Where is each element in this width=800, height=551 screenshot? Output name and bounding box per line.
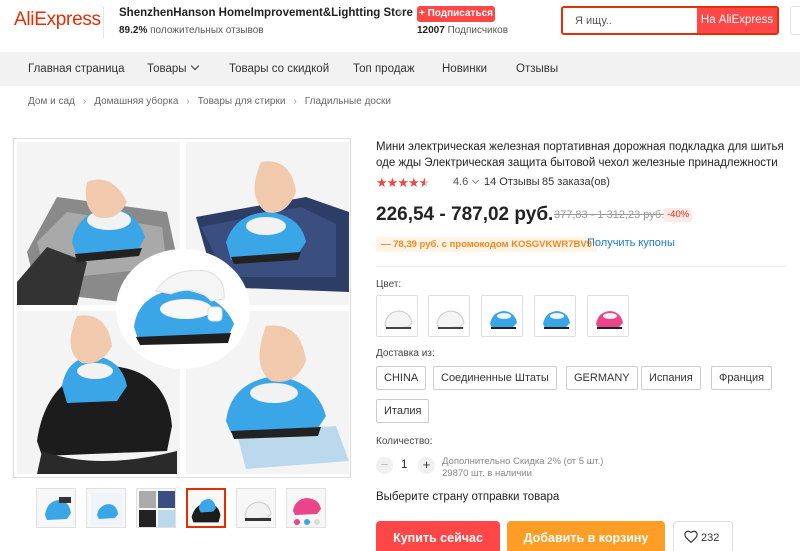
orders-count: 85 заказа(ов) — [542, 176, 610, 188]
search-button[interactable]: На AliExpress — [697, 8, 777, 33]
pink-iron-icon — [596, 311, 623, 329]
nav-item-sale[interactable]: Товары со скидкой — [229, 52, 329, 86]
search-box: На AliExpress — [561, 6, 779, 35]
nav-item-home[interactable]: Главная страница — [28, 52, 125, 86]
product-title: Мини электрическая железная портативная … — [376, 141, 784, 169]
center-iron-circle — [116, 249, 250, 369]
header-cart-edge[interactable] — [790, 6, 800, 35]
ship-from-spain[interactable]: Испания — [641, 366, 701, 390]
store-rating: 89.2% положительных отзывов — [119, 25, 264, 36]
thumbnail[interactable] — [286, 488, 326, 528]
promo-code-banner: — 78,39 руб. с промокодом KOSGVKWR7BV9 — [376, 237, 597, 252]
divider — [376, 266, 786, 267]
wishlist-button[interactable]: 232 — [673, 521, 733, 551]
buy-now-button[interactable]: Купить сейчас — [376, 521, 500, 551]
chevron-down-icon[interactable] — [471, 176, 480, 185]
rating-stars[interactable]: ★★★★★ — [376, 175, 431, 191]
store-rating-text: положительных отзывов — [150, 25, 264, 36]
reviews-link[interactable]: 14 Отзывы — [484, 176, 540, 188]
color-option-blue-1[interactable] — [481, 295, 523, 337]
iron-thumb-icon — [244, 501, 272, 521]
wishlist-count: 232 — [701, 532, 720, 544]
store-rating-value: 89.2% — [119, 25, 148, 36]
chevron-down-icon — [190, 61, 199, 71]
iron-thumb-icon — [191, 499, 221, 523]
thumbnail[interactable] — [136, 488, 176, 528]
nav-item-reviews[interactable]: Отзывы — [516, 52, 558, 86]
thumbnail-active[interactable] — [186, 488, 226, 528]
nav-item-top-sales[interactable]: Топ продаж — [353, 52, 415, 86]
nav-item-products[interactable]: Товары — [147, 52, 199, 86]
iron-product-icon — [134, 269, 234, 345]
iron-thumb-icon — [45, 497, 71, 520]
quantity-discount-note: Дополнительно Скидка 2% (от 5 шт.) — [442, 456, 604, 467]
heart-icon — [684, 530, 698, 544]
ship-from-italy[interactable]: Италия — [376, 399, 430, 423]
breadcrumb-item[interactable]: Гладильные доски — [305, 96, 391, 107]
thumbnail[interactable] — [86, 488, 126, 528]
breadcrumb-item[interactable]: Домашняя уборка — [94, 96, 178, 107]
ship-country-prompt[interactable]: Выберите страну отправки товара — [376, 491, 559, 503]
ship-from-china[interactable]: CHINA — [376, 366, 427, 390]
color-option-pink[interactable] — [587, 295, 629, 337]
discount-badge: -40% — [664, 208, 693, 222]
color-option-white-2[interactable] — [428, 295, 470, 337]
rating-value: 4.6 — [453, 176, 469, 188]
blue-iron-icon — [490, 311, 517, 329]
breadcrumb: Дом и сад › Домашняя уборка › Товары для сти… — [28, 96, 391, 107]
add-to-cart-button[interactable]: Добавить в корзину — [507, 521, 665, 551]
old-price: 377,83 - 1 312,23 руб. — [554, 209, 665, 221]
search-input[interactable] — [563, 8, 699, 33]
subscribe-button[interactable]: + Подписаться — [417, 6, 495, 22]
thumbnail[interactable] — [236, 488, 276, 528]
header-divider — [103, 6, 104, 38]
breadcrumb-item[interactable]: Товары для стирки — [198, 96, 286, 107]
aliexpress-logo[interactable]: AliExpress — [14, 9, 101, 31]
color-option-blue-2[interactable] — [534, 295, 576, 337]
breadcrumb-separator-icon: › — [82, 96, 87, 107]
thumbnail[interactable] — [36, 488, 76, 528]
stock-count: 29870 шт. в наличии — [442, 468, 532, 479]
quantity-plus-button[interactable]: + — [418, 457, 435, 474]
white-iron-icon — [436, 310, 465, 329]
breadcrumb-separator-icon: › — [293, 96, 297, 107]
star-half-icon: ★ — [418, 175, 431, 190]
quantity-label: Количество: — [376, 436, 433, 447]
get-coupons-link[interactable]: Получить купоны — [587, 237, 675, 249]
store-caret-icon[interactable]: ▼ — [396, 8, 404, 17]
ship-from-germany[interactable]: GERMANY — [566, 366, 638, 390]
subscribers-count: 12007 Подписчиков — [417, 25, 508, 36]
nav-item-new[interactable]: Новинки — [442, 52, 487, 86]
breadcrumb-item[interactable]: Дом и сад — [28, 96, 75, 107]
color-option-white-1[interactable] — [376, 295, 418, 337]
quantity-minus-button[interactable]: − — [376, 457, 393, 474]
ship-from-france[interactable]: Франция — [711, 366, 773, 390]
header: AliExpress ShenzhenHanson HomeImprovemen… — [0, 0, 800, 44]
store-name[interactable]: ShenzhenHanson HomeImprovement&Lightting… — [119, 7, 413, 19]
product-main-image[interactable] — [13, 138, 351, 478]
quantity-value[interactable]: 1 — [401, 459, 407, 471]
color-label: Цвет: — [376, 279, 402, 290]
iron-thumb-icon — [91, 493, 123, 525]
current-price: 226,54 - 787,02 руб. — [376, 204, 554, 225]
blue-iron-icon — [543, 311, 570, 329]
store-nav: Главная страница Товары Товары со скидко… — [0, 52, 800, 86]
subscribers-text: Подписчиков — [447, 25, 509, 36]
subscribers-number: 12007 — [417, 25, 445, 36]
shipping-label: Доставка из: — [376, 348, 435, 359]
white-iron-icon — [384, 310, 413, 329]
iron-thumb-icon — [293, 498, 321, 525]
breadcrumb-separator-icon: › — [186, 96, 190, 107]
iron-thumb-icon — [139, 491, 175, 527]
ship-from-usa[interactable]: Соединенные Штаты — [433, 366, 557, 390]
